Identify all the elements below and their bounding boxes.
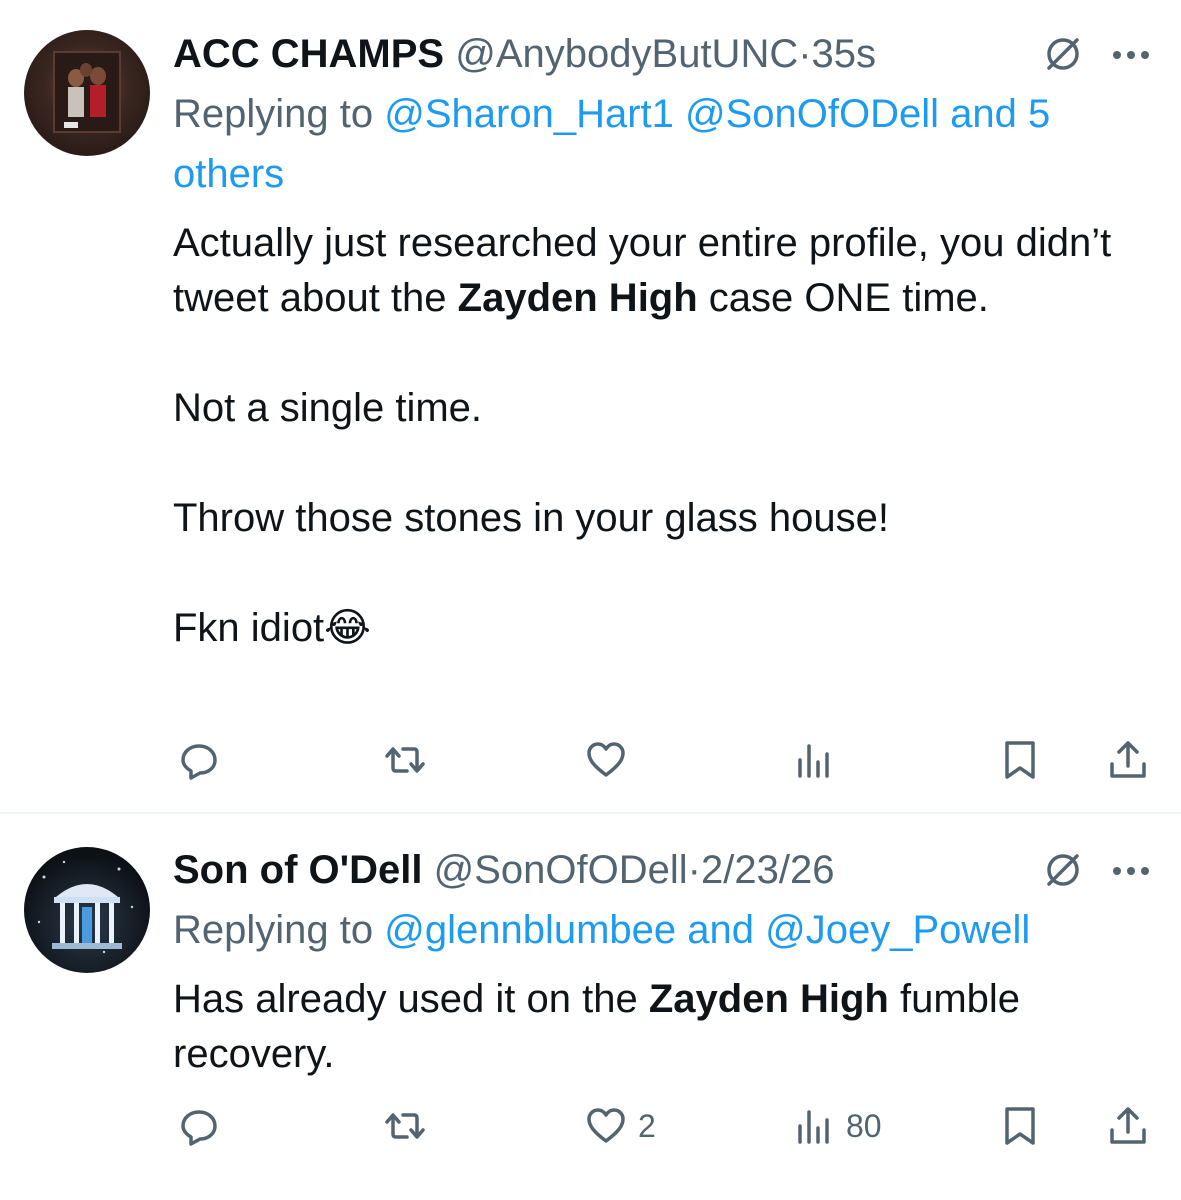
grok-icon[interactable]	[1041, 848, 1085, 892]
display-name[interactable]: ACC CHAMPS	[173, 32, 444, 76]
tweet-2[interactable]: Son of O'Dell @SonOfODell·2/23/26 Replyi…	[0, 814, 1181, 1200]
reply-icon	[181, 744, 217, 780]
action-bar: 2 80	[0, 1096, 1181, 1156]
replying-prefix: Replying to	[173, 92, 385, 136]
tweet-header: Son of O'Dell @SonOfODell·2/23/26	[173, 840, 1181, 900]
reply-icon	[181, 1110, 217, 1146]
bookmark-icon	[1005, 741, 1035, 779]
bookmark-button[interactable]	[998, 1096, 1042, 1156]
tweet-text-part: case ONE time.	[697, 276, 989, 320]
like-button[interactable]: 2	[584, 1096, 656, 1156]
user-handle[interactable]: @AnybodyButUNC	[455, 32, 798, 76]
like-button[interactable]	[584, 730, 638, 790]
views-button[interactable]: 80	[792, 1096, 882, 1156]
views-button[interactable]	[792, 730, 846, 790]
replying-to: Replying to @glennblumbee and @Joey_Powe…	[173, 900, 1133, 960]
replying-to: Replying to @Sharon_Hart1 @SonOfODell an…	[173, 84, 1133, 204]
retweet-icon	[385, 747, 425, 773]
tweet-text-bold: Zayden High	[648, 977, 889, 1021]
heart-icon	[587, 742, 625, 777]
tweet-1[interactable]: ACC CHAMPS @AnybodyButUNC·35s Replying t…	[0, 0, 1181, 812]
action-bar	[0, 730, 1181, 790]
replying-prefix: Replying to	[173, 908, 385, 952]
heart-icon	[587, 1108, 625, 1143]
tweet-text-line: Fkn idiot😂	[173, 606, 371, 650]
tweet-text-line: Not a single time.	[173, 386, 483, 430]
avatar-image	[37, 860, 134, 954]
reply-button[interactable]	[177, 730, 221, 790]
separator-dot: ·	[687, 848, 701, 892]
more-icon[interactable]	[1111, 48, 1151, 60]
timestamp[interactable]: 35s	[812, 32, 877, 76]
share-button[interactable]	[1106, 730, 1150, 790]
share-icon	[1110, 741, 1146, 778]
display-name[interactable]: Son of O'Dell	[173, 848, 423, 892]
timestamp[interactable]: 2/23/26	[701, 848, 834, 892]
avatar-image	[53, 51, 121, 133]
reply-button[interactable]	[177, 1096, 221, 1156]
views-icon	[798, 1110, 829, 1144]
reply-mentions[interactable]: @glennblumbee and @Joey_Powell	[384, 908, 1030, 952]
retweet-icon	[385, 1113, 425, 1139]
avatar[interactable]	[24, 30, 150, 156]
user-handle[interactable]: @SonOfODell	[434, 848, 688, 892]
retweet-button[interactable]	[383, 730, 427, 790]
separator-dot: ·	[798, 32, 812, 76]
views-icon	[798, 744, 829, 778]
share-icon	[1110, 1107, 1146, 1144]
like-count: 2	[638, 1107, 656, 1144]
bookmark-icon	[1005, 1107, 1035, 1145]
bookmark-button[interactable]	[998, 730, 1042, 790]
view-count: 80	[846, 1107, 882, 1144]
more-icon[interactable]	[1111, 864, 1151, 876]
tweet-text: Has already used it on the Zayden High f…	[173, 972, 1133, 1082]
tweet-text-bold: Zayden High	[457, 276, 698, 320]
tweet-text-part: Has already used it on the	[173, 977, 649, 1021]
avatar[interactable]	[24, 847, 150, 973]
retweet-button[interactable]	[383, 1096, 427, 1156]
tweet-text: Actually just researched your entire pro…	[173, 216, 1133, 656]
grok-icon[interactable]	[1041, 32, 1085, 76]
share-button[interactable]	[1106, 1096, 1150, 1156]
tweet-header: ACC CHAMPS @AnybodyButUNC·35s	[173, 24, 1181, 84]
tweet-text-line: Throw those stones in your glass house!	[173, 496, 889, 540]
